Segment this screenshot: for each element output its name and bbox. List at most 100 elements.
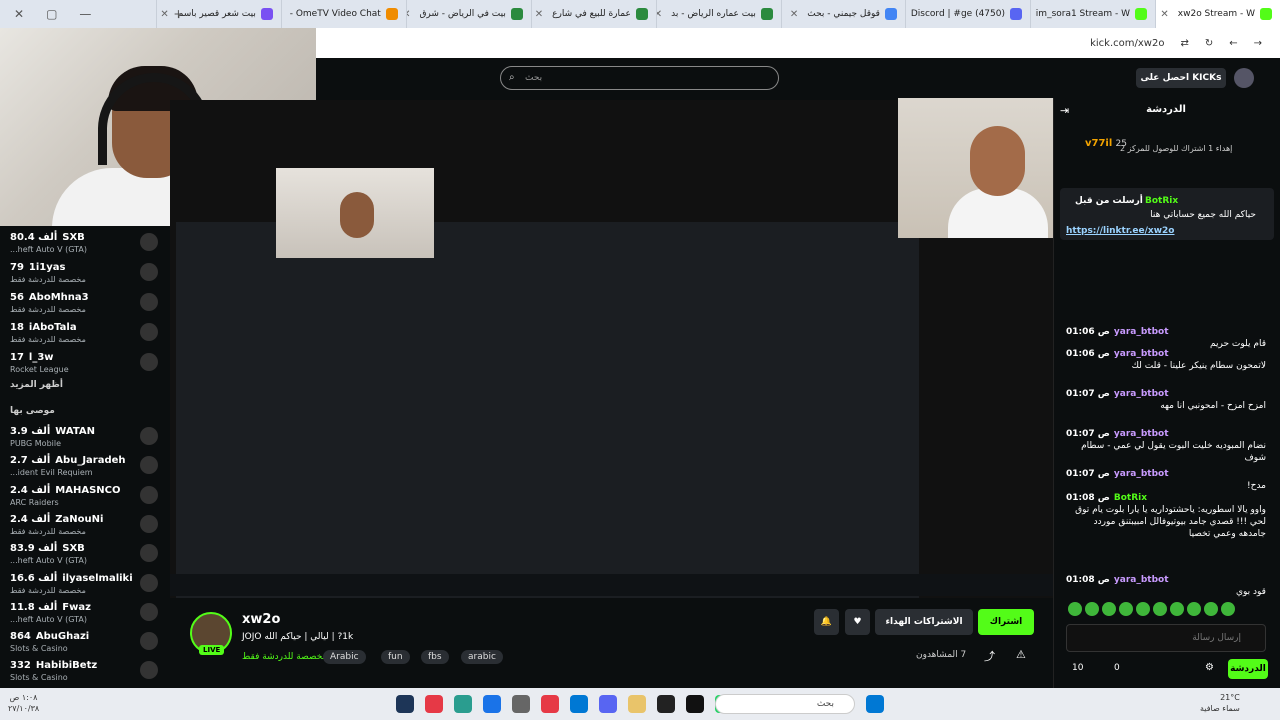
taskbar-app-icon[interactable] xyxy=(396,695,414,713)
user-avatar[interactable] xyxy=(1234,68,1254,88)
taskbar-search[interactable]: بحث xyxy=(715,694,855,714)
channel-stat: 18 iAboTala xyxy=(10,322,135,333)
get-kicks-button[interactable]: احصل على KICKs xyxy=(1136,68,1226,88)
collapse-chat-icon[interactable]: ⇥ xyxy=(1060,104,1069,117)
sidebar-channel[interactable]: 16.6 ألف ilyaselmaliki مخصصة للدردشة فقط xyxy=(0,571,170,600)
show-more-link[interactable]: أظهر المزيد xyxy=(10,380,63,390)
chat-message[interactable]: 01:07 ص yara_btbot امزح امزح - امحونبي انا… xyxy=(1066,388,1266,412)
tab-settings-icon[interactable]: ⇄ xyxy=(1180,38,1188,49)
tab-close-icon[interactable]: ✕ xyxy=(1160,9,1168,20)
sidebar-channel[interactable]: 2.4 ألف ZaNouNi مخصصة للدردشة فقط xyxy=(0,512,170,541)
emote-icon[interactable] xyxy=(1153,602,1167,616)
sidebar-channel[interactable]: 17 l_3w Rocket League xyxy=(0,350,170,379)
sidebar-channel[interactable]: 56 AboMhna3 مخصصة للدردشة فقط xyxy=(0,290,170,319)
url-text[interactable]: kick.com/xw2o xyxy=(1090,38,1164,49)
chat-message[interactable]: 01:07 ص yara_btbot نضام المبوديه خليت البو… xyxy=(1066,428,1266,464)
taskbar-app-icon[interactable] xyxy=(454,695,472,713)
message-user[interactable]: yara_btbot xyxy=(1114,575,1169,585)
emote-icon[interactable] xyxy=(1136,602,1150,616)
tab-close-icon[interactable]: ✕ xyxy=(407,9,411,20)
tab-close-icon[interactable]: ✕ xyxy=(657,9,662,20)
tab-close-icon[interactable]: ✕ xyxy=(790,9,798,20)
browser-tab[interactable]: بيت عماره الرياض - بد ✕ xyxy=(655,0,781,28)
emote-icon[interactable] xyxy=(1085,602,1099,616)
gift-subs-button[interactable]: الاشتراكات الهداء xyxy=(875,609,973,635)
message-user[interactable]: yara_btbot xyxy=(1114,327,1169,337)
tag-chip[interactable]: Arabic xyxy=(323,650,366,664)
start-menu-icon[interactable] xyxy=(866,695,884,713)
tag-chip[interactable]: arabic xyxy=(461,650,503,664)
taskbar-app-icon[interactable] xyxy=(483,695,501,713)
settings-icon[interactable]: ⚙ xyxy=(1205,662,1214,673)
taskbar-app-icon[interactable] xyxy=(425,695,443,713)
taskbar-app-icon[interactable] xyxy=(657,695,675,713)
emote-row xyxy=(1068,602,1268,618)
report-icon[interactable]: ⚠ xyxy=(1016,648,1026,661)
emote-icon[interactable] xyxy=(1221,602,1235,616)
browser-tab[interactable]: im_sora1 Stream - W✕ xyxy=(1030,0,1155,28)
sidebar-channel[interactable]: 11.8 ألف Fwaz ...heft Auto V (GTA) xyxy=(0,600,170,629)
browser-tab[interactable]: OmeTV Video Chat -✕ xyxy=(280,0,406,28)
chat-input[interactable]: إرسال رسالة xyxy=(1066,624,1266,652)
message-user[interactable]: yara_btbot xyxy=(1114,469,1169,479)
emote-icon[interactable] xyxy=(1170,602,1184,616)
emote-icon[interactable] xyxy=(1102,602,1116,616)
pinned-user[interactable]: BotRix xyxy=(1145,196,1178,206)
browser-tab[interactable]: قوقل جيمني - بحث ✕ xyxy=(780,0,905,28)
emote-icon[interactable] xyxy=(1204,602,1218,616)
sidebar-channel[interactable]: 332 HabibiBetz Slots & Casino xyxy=(0,658,170,687)
stream-category[interactable]: مخصصة للدردشة فقط xyxy=(242,652,327,662)
send-chat-button[interactable]: الدردشة xyxy=(1228,659,1268,679)
back-icon[interactable]: ← xyxy=(1229,38,1237,49)
clock[interactable]: ١:٠٨ ص ٢٧/١٠/٣٨ xyxy=(8,692,39,714)
browser-tab[interactable]: (4750) Discord | #ge✕ xyxy=(905,0,1030,28)
pinned-link[interactable]: https://linktr.ee/xw2o xyxy=(1066,226,1174,236)
weather-widget[interactable]: 21°C سماء صافية xyxy=(1200,692,1240,714)
sidebar-channel[interactable]: 18 iAboTala مخصصة للدردشة فقط xyxy=(0,320,170,349)
browser-tab[interactable]: بيت في الرياض - شرق ✕ xyxy=(405,0,531,28)
tag-chip[interactable]: fbs xyxy=(421,650,449,664)
emote-icon[interactable] xyxy=(1187,602,1201,616)
reload-icon[interactable]: ↻ xyxy=(1205,38,1213,49)
follow-button[interactable]: اشتراك xyxy=(978,609,1034,635)
taskbar-app-icon[interactable] xyxy=(599,695,617,713)
close-window-icon[interactable]: ✕ xyxy=(14,7,24,21)
search-input[interactable]: ⌕ بحث xyxy=(500,66,779,90)
chat-message[interactable]: 01:07 ص yara_btbot مدح! xyxy=(1066,468,1266,492)
new-tab-button[interactable]: + xyxy=(173,7,183,21)
forward-icon[interactable]: → xyxy=(1254,38,1262,49)
sidebar-channel[interactable]: 83.9 ألف SXB ...heft Auto V (GTA) xyxy=(0,541,170,570)
share-icon[interactable]: ⤴ xyxy=(984,648,995,664)
heart-icon[interactable]: ♥ xyxy=(845,609,870,635)
tag-chip[interactable]: fun xyxy=(381,650,410,664)
sidebar-channel[interactable]: 80.4 ألف SXB ...heft Auto V (GTA) xyxy=(0,230,170,259)
taskbar-app-icon[interactable] xyxy=(541,695,559,713)
channel-name[interactable]: xw2o xyxy=(242,612,280,627)
message-user[interactable]: yara_btbot xyxy=(1114,349,1169,359)
taskbar-app-icon[interactable] xyxy=(628,695,646,713)
emote-icon[interactable] xyxy=(1119,602,1133,616)
emote-icon[interactable] xyxy=(1068,602,1082,616)
sidebar-channel[interactable]: 864 AbuGhazi Slots & Casino xyxy=(0,629,170,658)
chat-message[interactable]: 01:06 ص yara_btbot قام يلوت حريم xyxy=(1066,326,1266,350)
tab-close-icon[interactable]: ✕ xyxy=(535,9,543,20)
sidebar-channel[interactable]: 2.7 ألف Abu_Jaradeh ...ident Evil Requiem xyxy=(0,453,170,482)
message-user[interactable]: yara_btbot xyxy=(1114,389,1169,399)
sidebar-channel[interactable]: 2.4 ألف MAHASNCO ARC Raiders xyxy=(0,483,170,512)
taskbar-app-icon[interactable] xyxy=(512,695,530,713)
maximize-icon[interactable]: ▢ xyxy=(46,7,57,21)
browser-tab[interactable]: xw2o Stream - W ✕ xyxy=(1155,0,1280,28)
sidebar-channel[interactable]: 79 1i1yas مخصصة للدردشة فقط xyxy=(0,260,170,289)
chat-message[interactable]: 01:08 ص BotRix واوو يالا اسطوريه: ياحشتودا… xyxy=(1066,492,1266,540)
taskbar-app-icon[interactable] xyxy=(686,695,704,713)
sidebar-channel[interactable]: 3.9 ألف WATAN PUBG Mobile xyxy=(0,424,170,453)
browser-tab[interactable]: عمارة للبيع في شارع ✕ xyxy=(530,0,656,28)
taskbar-app-icon[interactable] xyxy=(570,695,588,713)
bell-icon[interactable]: 🔔 xyxy=(814,609,839,635)
chat-message[interactable]: 01:08 ص yara_btbot قود بوي xyxy=(1066,574,1266,598)
nested-webcam xyxy=(276,168,434,258)
message-user[interactable]: yara_btbot xyxy=(1114,429,1169,439)
minimize-icon[interactable]: — xyxy=(79,7,91,21)
chat-message[interactable]: 01:06 ص yara_btbot لاتمحون سطام ينيكر علين… xyxy=(1066,348,1266,372)
message-user[interactable]: BotRix xyxy=(1114,493,1147,503)
